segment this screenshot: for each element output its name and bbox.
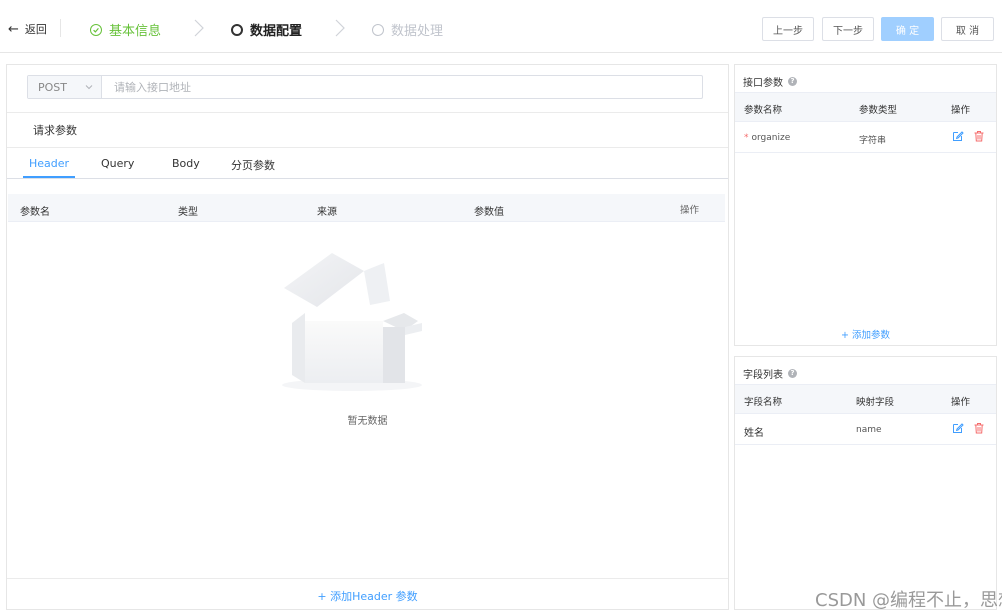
column-header: 参数名称 bbox=[744, 105, 783, 116]
step-label: 数据配置 bbox=[250, 24, 303, 39]
table-row: * organize 字符串 bbox=[735, 122, 996, 153]
step-label: 基本信息 bbox=[109, 24, 162, 39]
field-name: 姓名 bbox=[744, 428, 764, 439]
add-header-param-button[interactable]: + 添加Header 参数 bbox=[7, 588, 728, 604]
delete-icon[interactable] bbox=[973, 422, 985, 434]
delete-icon[interactable] bbox=[973, 130, 985, 142]
field-mapping: name bbox=[856, 425, 882, 435]
interface-params-panel: 接口参数 ? 参数名称 参数类型 操作 * organize 字符串 + 添加参数 bbox=[734, 64, 997, 346]
chevron-down-icon bbox=[85, 85, 93, 90]
panel-title: 字段列表 ? bbox=[743, 366, 797, 381]
required-mark: * bbox=[744, 133, 749, 143]
chevron-right-icon bbox=[192, 19, 206, 37]
panel-title: 接口参数 ? bbox=[743, 74, 797, 89]
param-name-cell: * organize bbox=[744, 133, 790, 143]
table-row: 姓名 name bbox=[735, 414, 996, 445]
prev-step-button[interactable]: 上一步 bbox=[762, 17, 814, 41]
param-name: organize bbox=[751, 133, 791, 143]
help-icon[interactable]: ? bbox=[788, 77, 797, 86]
help-icon[interactable]: ? bbox=[788, 369, 797, 378]
top-bar: ← 返回 基本信息 数据配置 数据处理 上一步 下一步 确 定 取 消 bbox=[0, 0, 1002, 53]
column-header: 字段名称 bbox=[744, 397, 783, 408]
table-header: 参数名 类型 来源 参数值 操作 bbox=[8, 194, 725, 222]
url-input[interactable] bbox=[102, 76, 702, 98]
active-tab-indicator bbox=[23, 176, 75, 178]
column-header: 来源 bbox=[317, 207, 337, 218]
tab-body[interactable]: Body bbox=[172, 157, 200, 170]
divider bbox=[7, 578, 728, 579]
divider bbox=[60, 19, 61, 37]
step-basic-info[interactable]: 基本信息 bbox=[90, 20, 161, 39]
circle-icon bbox=[372, 23, 384, 36]
step-data-config[interactable]: 数据配置 bbox=[231, 20, 302, 39]
back-button[interactable]: ← 返回 bbox=[8, 21, 47, 37]
column-header: 映射字段 bbox=[856, 397, 895, 408]
step-data-processing[interactable]: 数据处理 bbox=[372, 20, 443, 39]
tab-query[interactable]: Query bbox=[101, 157, 134, 170]
circle-icon bbox=[231, 23, 243, 36]
column-header: 类型 bbox=[178, 207, 198, 218]
url-row: POST bbox=[27, 75, 703, 99]
divider bbox=[7, 112, 728, 113]
arrow-left-icon: ← bbox=[8, 21, 19, 37]
add-param-button[interactable]: + 添加参数 bbox=[735, 327, 996, 341]
column-header: 操作 bbox=[951, 397, 971, 408]
panel-title-text: 接口参数 bbox=[743, 78, 783, 89]
request-tabs: Header Query Body 分页参数 bbox=[7, 148, 728, 179]
chevron-right-icon bbox=[333, 19, 347, 37]
column-header: 操作 bbox=[951, 105, 971, 116]
empty-box-illustration bbox=[282, 253, 422, 391]
tab-header[interactable]: Header bbox=[29, 157, 69, 170]
column-header: 操作 bbox=[680, 205, 700, 216]
next-step-button[interactable]: 下一步 bbox=[822, 17, 874, 41]
table-header: 参数名称 参数类型 操作 bbox=[735, 92, 996, 122]
confirm-button[interactable]: 确 定 bbox=[881, 17, 934, 41]
column-header: 参数值 bbox=[474, 207, 504, 218]
param-type: 字符串 bbox=[859, 136, 887, 146]
request-panel: POST 请求参数 Header Query Body 分页参数 参数名 类型 … bbox=[6, 64, 729, 610]
back-label: 返回 bbox=[24, 23, 47, 36]
panel-title-text: 字段列表 bbox=[743, 370, 783, 381]
column-header: 参数类型 bbox=[859, 105, 898, 116]
table-header: 字段名称 映射字段 操作 bbox=[735, 384, 996, 414]
watermark: CSDN @编程不止，思想不息 bbox=[815, 590, 1002, 611]
tab-pagination[interactable]: 分页参数 bbox=[231, 157, 275, 173]
column-header: 参数名 bbox=[20, 207, 50, 218]
cancel-button[interactable]: 取 消 bbox=[941, 17, 994, 41]
field-list-panel: 字段列表 ? 字段名称 映射字段 操作 姓名 name bbox=[734, 356, 997, 610]
empty-text: 暂无数据 bbox=[347, 416, 388, 427]
edit-icon[interactable] bbox=[952, 422, 964, 434]
check-circle-icon bbox=[90, 23, 102, 36]
section-title: 请求参数 bbox=[33, 124, 77, 137]
method-select[interactable]: POST bbox=[28, 76, 102, 98]
step-label: 数据处理 bbox=[391, 24, 444, 39]
edit-icon[interactable] bbox=[952, 130, 964, 142]
method-value: POST bbox=[38, 80, 67, 94]
